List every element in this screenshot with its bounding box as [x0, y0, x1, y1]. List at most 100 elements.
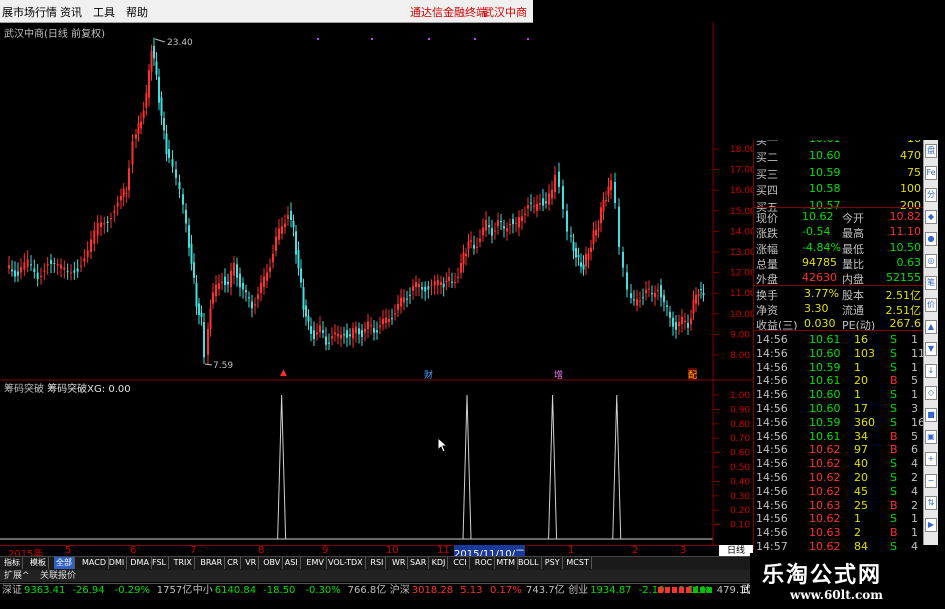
indicator-tab-mtm[interactable]: MTM — [494, 557, 519, 569]
bid-row: 买二 10.60 470 — [754, 148, 924, 164]
candle-body — [518, 216, 520, 228]
stat-value: 10.62 — [802, 210, 834, 223]
candle-body — [648, 288, 650, 290]
side-tool-button[interactable]: + — [925, 452, 937, 466]
tab-related-quotes[interactable]: 关联报价 — [40, 570, 76, 582]
menu-tools[interactable]: 工具 — [93, 4, 115, 20]
signal-spike — [462, 394, 472, 540]
candle-body — [672, 317, 674, 327]
candle-body — [266, 272, 268, 281]
candle-body — [666, 305, 668, 307]
indicator-tab-wr[interactable]: WR — [390, 557, 409, 569]
indicator-tab-vol-tdx[interactable]: VOL-TDX — [326, 557, 366, 569]
event-marker-zeng[interactable]: 增 — [554, 368, 563, 381]
event-marker-pei[interactable]: 配 — [688, 368, 698, 381]
candle-body — [445, 280, 448, 283]
indicator-tab-dmi[interactable]: DMI — [107, 557, 128, 569]
side-tool-button[interactable]: − — [925, 474, 937, 488]
indicator-tab-boll[interactable]: BOLL — [516, 557, 542, 569]
indicator-tab-trix[interactable]: TRIX — [172, 557, 195, 569]
indicator-tab-fsl[interactable]: FSL — [150, 557, 169, 569]
indicator-tab-obv[interactable]: OBV — [261, 557, 284, 569]
candle-body — [148, 70, 150, 98]
candle-body — [171, 159, 174, 167]
tab-expand[interactable]: 扩展^ — [4, 570, 30, 582]
tick-price: 10.63 — [809, 498, 841, 512]
candle-body — [319, 325, 321, 333]
side-toolbar: 盘 Fe 分 ◆ ● ◎ 笔价 ▲ ▼ ↓ ◇ ■ ▣ + − ⇅ ▶ — [923, 140, 938, 545]
indicator-tab-vr[interactable]: VR — [243, 557, 260, 569]
candle-body — [630, 293, 632, 298]
candle-body — [421, 287, 423, 290]
side-tool-button[interactable]: ▼ — [925, 342, 937, 356]
side-tool-button[interactable]: ◎ — [925, 254, 937, 268]
indicator-tab-cr[interactable]: CR — [225, 557, 242, 569]
indicator-tab-sar[interactable]: SAR — [408, 557, 430, 569]
candle-body — [96, 223, 99, 236]
indicator-tab-指标[interactable]: 指标 — [2, 557, 23, 569]
indicator-tab-mcst[interactable]: MCST — [564, 557, 592, 569]
indicator-tab-emv[interactable]: EMV — [304, 557, 327, 569]
index-value: 9363.41 — [24, 585, 66, 596]
candle-body — [424, 286, 427, 292]
indicator-tab-全部[interactable]: 全部 — [54, 557, 75, 569]
indicator-tab-psy[interactable]: PSY — [543, 557, 563, 569]
tick-side: S — [890, 346, 897, 360]
indicator-tab-brar[interactable]: BRAR — [198, 557, 226, 569]
side-tool-button[interactable]: ⇅ — [925, 496, 937, 510]
side-tool-button[interactable]: 盘 — [925, 144, 937, 158]
tick-side: S — [890, 471, 897, 484]
indicator-tab-dma[interactable]: DMA — [128, 557, 152, 569]
tick-time: 14:56 — [756, 333, 788, 346]
tick-count: 4 — [911, 457, 918, 471]
event-marker[interactable]: ▲ — [280, 368, 287, 378]
candle-body — [346, 330, 348, 338]
side-tool-button[interactable]: 分 — [925, 188, 937, 202]
stat-value: 10.82 — [889, 210, 922, 223]
index-pct: -0.30% — [305, 585, 341, 596]
side-tool-button[interactable]: ↓ — [925, 364, 937, 378]
candle-body — [175, 169, 177, 178]
indicator-tab-asi[interactable]: ASI — [283, 557, 301, 569]
indicator-name[interactable]: 筹码突破 — [4, 384, 44, 395]
side-tool-button[interactable]: ▶ — [925, 518, 937, 532]
bid-row: 买四 10.58 100 — [754, 181, 924, 197]
candle-body — [251, 301, 253, 309]
price-chart[interactable]: 8.00 9.00 10.00 11.00 12.00 13.00 14.00 15.00 16… — [0, 22, 753, 545]
menu-help[interactable]: 帮助 — [126, 4, 148, 20]
tick-time: 14:56 — [756, 429, 788, 443]
side-tool-button[interactable]: 价 — [925, 298, 937, 312]
indicator-tab-macd[interactable]: MACD — [80, 557, 109, 569]
indicator-tab-kdj[interactable]: KDJ — [430, 557, 449, 569]
candle-body — [60, 264, 62, 269]
indicator-tab-rsi[interactable]: RSI — [368, 557, 387, 569]
bid-price: 10.59 — [809, 165, 841, 179]
side-tool-button[interactable]: ◇ — [925, 386, 937, 400]
candle-body — [479, 238, 481, 242]
candle-body — [340, 334, 342, 339]
side-tool-button[interactable]: ■ — [925, 408, 937, 422]
side-tool-button[interactable]: 笔 — [925, 276, 937, 290]
candle-body — [313, 330, 315, 340]
candle-body — [300, 268, 302, 283]
tick-volume: 1 — [854, 388, 861, 402]
candle-body — [307, 315, 310, 322]
side-tool-button[interactable]: ● — [925, 232, 937, 246]
side-tool-button[interactable]: ▣ — [925, 430, 937, 444]
indicator-tab-模板[interactable]: 模板 — [28, 557, 49, 569]
side-tool-button[interactable]: ◆ — [925, 210, 937, 224]
candle-body — [530, 202, 532, 204]
menu-info[interactable]: 资讯 — [60, 4, 82, 20]
side-tool-button[interactable]: ▲ — [925, 320, 937, 334]
event-marker-cai[interactable]: 财 — [424, 368, 433, 381]
candle-body — [46, 263, 49, 266]
menu-ad[interactable]: 通达信金融终端 — [410, 4, 487, 20]
indicator-tab-cci[interactable]: CCI — [451, 557, 470, 569]
index-change: -18.50 — [263, 585, 296, 596]
menu-stock[interactable]: 武汉中商 — [483, 4, 527, 20]
candle-body — [580, 262, 582, 267]
indicator-tab-roc[interactable]: ROC — [473, 557, 496, 569]
candle-body — [281, 226, 283, 234]
menu-app[interactable]: 展市场行情 — [2, 4, 57, 20]
side-tool-button[interactable]: Fe — [925, 166, 937, 180]
